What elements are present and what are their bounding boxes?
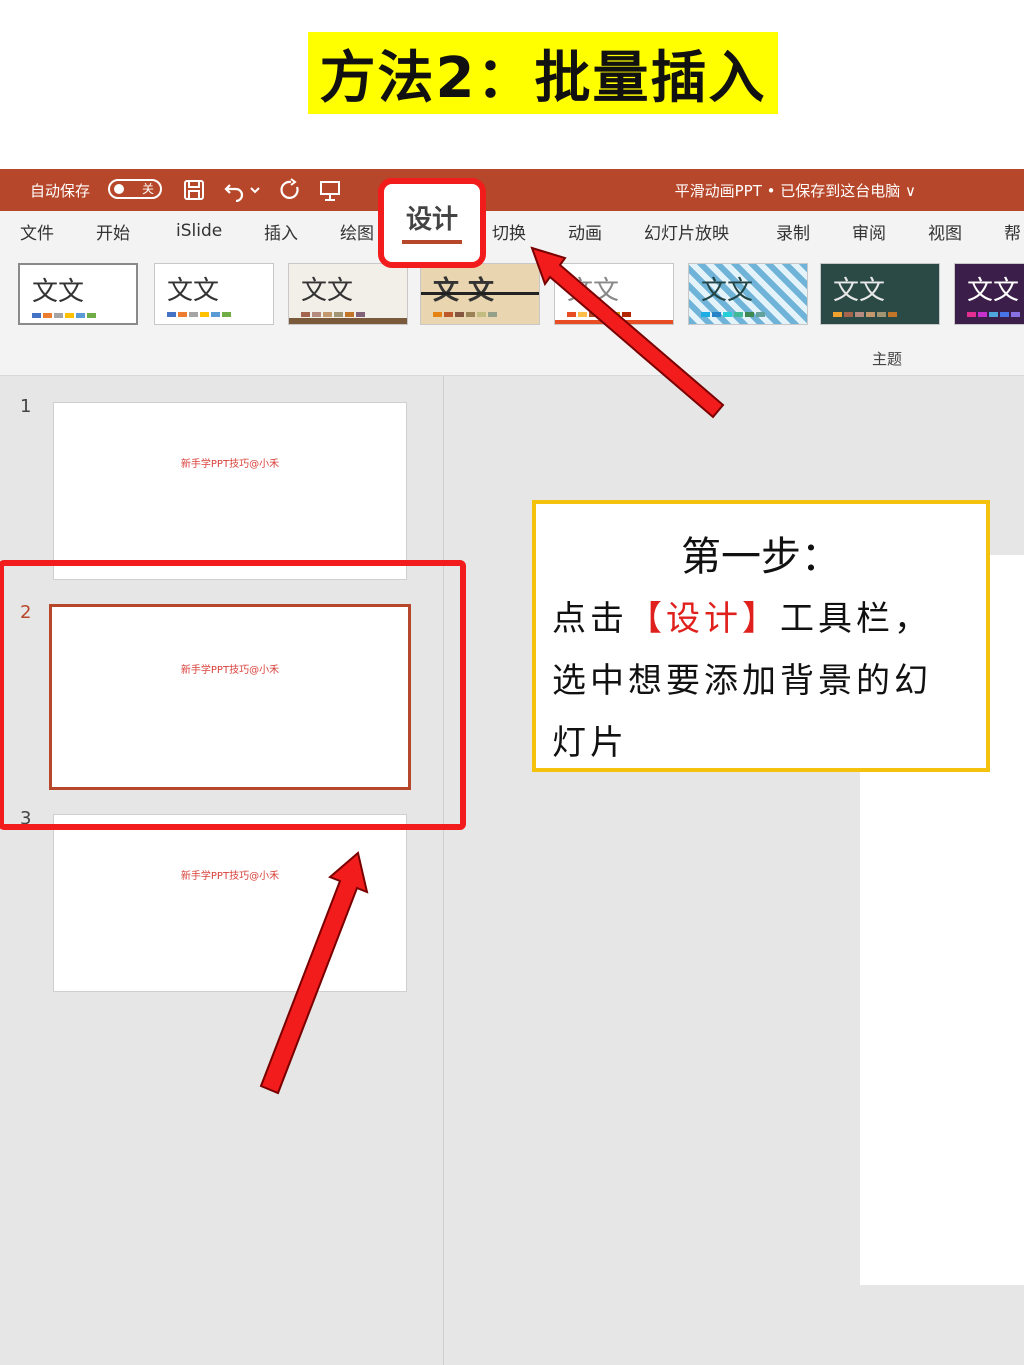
tab-record[interactable]: 录制 xyxy=(776,211,810,251)
tab-transitions[interactable]: 切换 xyxy=(492,211,526,251)
redo-icon[interactable] xyxy=(278,178,302,202)
autosave-toggle[interactable]: 关 xyxy=(108,179,162,199)
undo-dropdown-icon[interactable] xyxy=(248,178,262,202)
callout-body: 点击【设计】工具栏， 选中想要添加背景的幻 灯片 xyxy=(552,599,932,763)
tab-draw[interactable]: 绘图 xyxy=(340,211,374,251)
callout-highlight: 【设计】 xyxy=(628,599,780,639)
document-title[interactable]: 平滑动画PPT • 已保存到这台电脑 ∨ xyxy=(675,169,916,211)
autosave-label: 自动保存 xyxy=(30,181,91,200)
tab-animations[interactable]: 动画 xyxy=(568,211,602,251)
slide-thumbnail-pane[interactable]: 1 新手学PPT技巧@小禾 2 新手学PPT技巧@小禾 3 新手学PPT技巧@小… xyxy=(0,376,444,1365)
undo-icon[interactable] xyxy=(222,178,246,202)
tab-home[interactable]: 开始 xyxy=(96,211,130,251)
tab-insert[interactable]: 插入 xyxy=(264,211,298,251)
tab-view[interactable]: 视图 xyxy=(928,211,962,251)
present-from-start-icon[interactable] xyxy=(318,178,342,202)
title-bar: 自动保存 关 平滑动画PPT • 已保存到这台电脑 ∨ xyxy=(0,169,1024,211)
slide-thumbnail-3[interactable]: 新手学PPT技巧@小禾 xyxy=(53,814,407,992)
slide-text: 新手学PPT技巧@小禾 xyxy=(180,459,280,470)
instruction-callout: 第一步： 点击【设计】工具栏， 选中想要添加背景的幻 灯片 xyxy=(532,500,990,772)
tab-review[interactable]: 审阅 xyxy=(852,211,886,251)
save-icon[interactable] xyxy=(182,178,206,202)
theme-thumbnail[interactable]: 文文 xyxy=(820,263,940,325)
callout-title: 第一步： xyxy=(681,534,841,580)
slide-highlight-box xyxy=(0,560,466,830)
tab-design[interactable]: 设计 xyxy=(378,178,486,268)
theme-thumbnail[interactable]: 文文 xyxy=(288,263,408,325)
headline-text: 方法2：批量插入 xyxy=(319,45,767,111)
tab-design-label: 设计 xyxy=(405,204,458,235)
theme-thumbnail[interactable]: 文文 xyxy=(18,263,138,325)
theme-thumbnail[interactable]: 文文 xyxy=(954,263,1024,325)
tab-slideshow[interactable]: 幻灯片放映 xyxy=(644,211,729,251)
autosave-state: 关 xyxy=(141,182,154,196)
theme-thumbnail[interactable]: 文文 xyxy=(154,263,274,325)
headline-banner: 方法2：批量插入 xyxy=(308,32,778,114)
ribbon-tabs: 文件 开始 iSlide 插入 绘图 切换 动画 幻灯片放映 录制 审阅 视图 … xyxy=(0,211,1024,251)
slide-number: 1 xyxy=(20,396,32,417)
slide-thumbnail-1[interactable]: 新手学PPT技巧@小禾 xyxy=(53,402,407,580)
theme-thumbnail[interactable]: 文文 xyxy=(554,263,674,325)
themes-group-label: 主题 xyxy=(872,350,903,368)
theme-gallery: 文文 文文 文文 文 文 文文 文文 文文 文文 主题 xyxy=(0,251,1024,376)
slide-text: 新手学PPT技巧@小禾 xyxy=(180,871,280,882)
theme-thumbnail[interactable]: 文 文 xyxy=(420,263,540,325)
tab-help[interactable]: 帮 xyxy=(1004,211,1021,251)
theme-thumbnail[interactable]: 文文 xyxy=(688,263,808,325)
tab-file[interactable]: 文件 xyxy=(20,211,54,251)
tab-islide[interactable]: iSlide xyxy=(176,211,222,251)
